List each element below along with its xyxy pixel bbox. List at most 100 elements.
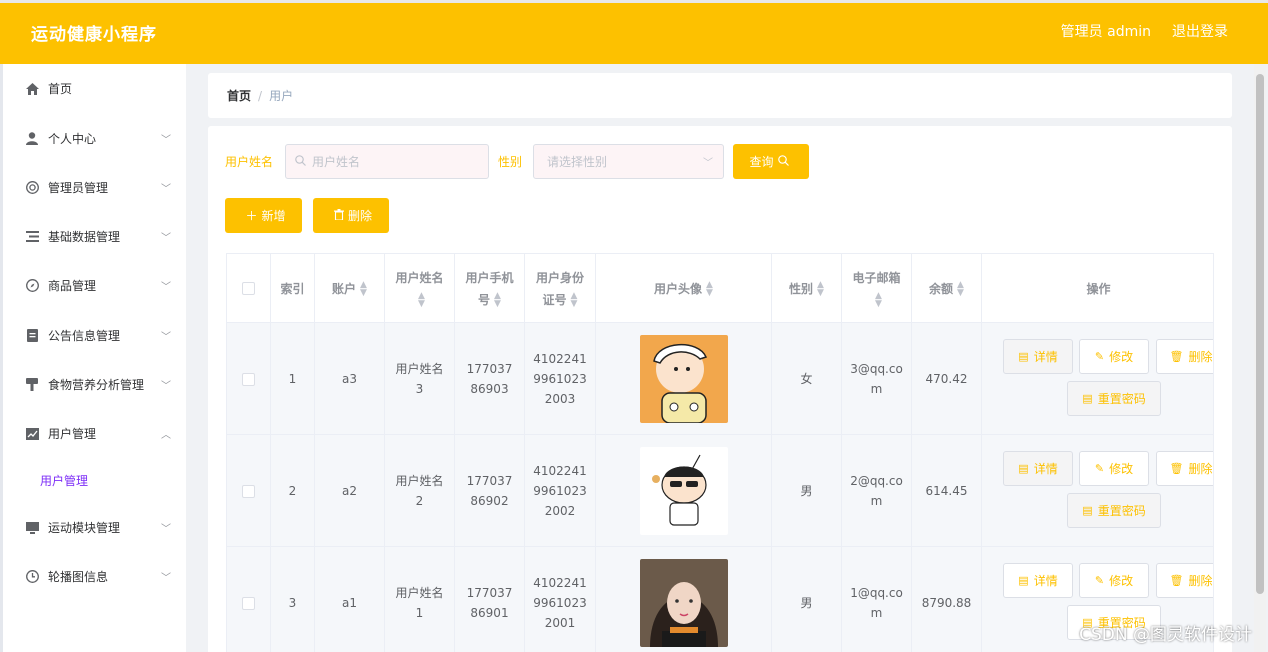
- cell-account: a1: [315, 547, 385, 652]
- col-account[interactable]: 账户 ▲ ▼: [315, 254, 385, 323]
- delete-button[interactable]: 🗑 删除: [1156, 563, 1213, 598]
- col-idcard[interactable]: 用户身份证号 ▲ ▼: [525, 254, 596, 323]
- add-button[interactable]: ＋ 新增: [225, 198, 302, 233]
- admin-label[interactable]: 管理员 admin: [1061, 21, 1151, 41]
- edit-button-label: 修改: [1109, 574, 1134, 588]
- col-email[interactable]: 电子邮箱 ▲ ▼: [842, 254, 912, 323]
- cell-idcard: 410224199610232003: [525, 323, 596, 435]
- query-button[interactable]: 查询: [733, 144, 809, 179]
- edit-icon: ✎: [1094, 350, 1105, 363]
- row-checkbox[interactable]: [242, 484, 255, 498]
- search-icon: [777, 154, 789, 169]
- clock-icon: [25, 570, 39, 584]
- row-checkbox[interactable]: [242, 372, 255, 386]
- col-name-label: 用户姓名: [395, 270, 444, 285]
- edit-button[interactable]: ✎ 修改: [1079, 563, 1149, 598]
- reset-password-button[interactable]: ▤ 重置密码: [1067, 493, 1161, 528]
- table-row: 3 a1 用户姓名1 17703786901 41022419961023200…: [227, 547, 1213, 652]
- scrollbar-thumb[interactable]: [1256, 74, 1264, 594]
- edit-button[interactable]: ✎ 修改: [1079, 451, 1149, 486]
- row-select-cell[interactable]: [227, 547, 271, 652]
- row-checkbox[interactable]: [242, 596, 255, 610]
- cell-phone: 17703786902: [455, 435, 525, 547]
- sidebar-item-home[interactable]: 首页: [3, 64, 189, 113]
- cell-avatar: [596, 547, 772, 652]
- row-select-cell[interactable]: [227, 323, 271, 435]
- sidebar-item-basedata[interactable]: 基础数据管理 ﹀: [3, 212, 189, 261]
- document-icon: [25, 329, 39, 343]
- sidebar-item-admin[interactable]: 管理员管理 ﹀: [3, 163, 189, 212]
- sort-icon[interactable]: ▲ ▼: [957, 280, 964, 297]
- cell-name: 用户姓名1: [385, 547, 455, 652]
- row-select-cell[interactable]: [227, 435, 271, 547]
- sidebar-item-notice[interactable]: 公告信息管理 ﹀: [3, 311, 189, 360]
- topbar-right: 管理员 admin 退出登录: [1061, 21, 1228, 41]
- sort-icon[interactable]: ▲ ▼: [706, 280, 713, 297]
- sort-icon[interactable]: ▲ ▼: [494, 292, 501, 309]
- detail-button[interactable]: ▤ 详情: [1003, 451, 1073, 486]
- sort-icon[interactable]: ▲ ▼: [418, 292, 425, 309]
- table-row: 1 a3 用户姓名3 17703786903 41022419961023200…: [227, 323, 1213, 435]
- delete-button[interactable]: 🗑 删除: [1156, 339, 1213, 374]
- sort-icon[interactable]: ▲ ▼: [817, 280, 824, 297]
- col-name[interactable]: 用户姓名 ▲ ▼: [385, 254, 455, 323]
- delete-button[interactable]: 🗑 删除: [1156, 451, 1213, 486]
- chevron-down-icon: ﹀: [161, 135, 171, 146]
- col-gender-label: 性别: [789, 281, 814, 296]
- submenu-item-user-manage[interactable]: 用户管理: [3, 458, 189, 503]
- edit-button[interactable]: ✎ 修改: [1079, 339, 1149, 374]
- trash-icon: 🗑: [1169, 462, 1184, 475]
- reset-password-button[interactable]: ▤ 重置密码: [1067, 381, 1161, 416]
- page-scrollbar[interactable]: [1254, 64, 1266, 652]
- sort-icon[interactable]: ▲ ▼: [571, 292, 578, 309]
- detail-button[interactable]: ▤ 详情: [1003, 339, 1073, 374]
- col-gender[interactable]: 性别 ▲ ▼: [772, 254, 842, 323]
- batch-delete-label: 删除: [347, 209, 372, 223]
- sidebar-item-food[interactable]: 食物营养分析管理 ﹀: [3, 360, 189, 409]
- user-icon: [25, 132, 39, 146]
- gender-select[interactable]: 请选择性别 ﹀: [533, 144, 724, 179]
- cell-idcard: 410224199610232001: [525, 547, 596, 652]
- sidebar-item-banner[interactable]: 轮播图信息 ﹀: [3, 552, 189, 601]
- avatar[interactable]: [639, 447, 728, 535]
- sidebar-item-users[interactable]: 用户管理 ︿: [3, 409, 189, 458]
- avatar[interactable]: [639, 559, 728, 647]
- document-icon: ▤: [1018, 350, 1029, 363]
- cell-account: a3: [315, 323, 385, 435]
- chevron-up-icon: ︿: [161, 430, 171, 441]
- settings-circle-icon: [25, 181, 39, 195]
- document-icon: ▤: [1018, 462, 1029, 475]
- sidebar-item-goods[interactable]: 商品管理 ﹀: [3, 261, 189, 310]
- list-icon: [25, 230, 39, 244]
- col-avatar-label: 用户头像: [654, 281, 703, 296]
- select-all-cell[interactable]: [227, 254, 271, 323]
- col-phone[interactable]: 用户手机号 ▲ ▼: [455, 254, 525, 323]
- logout-button[interactable]: 退出登录: [1172, 21, 1228, 41]
- gender-select-placeholder: 请选择性别: [547, 155, 608, 169]
- delete-button-label: 删除: [1188, 462, 1213, 476]
- sidebar-item-label: 公告信息管理: [48, 329, 121, 343]
- col-balance[interactable]: 余额 ▲ ▼: [912, 254, 982, 323]
- col-avatar[interactable]: 用户头像 ▲ ▼: [596, 254, 772, 323]
- col-email-label: 电子邮箱: [852, 270, 901, 285]
- watermark: CSDN @图灵软件设计: [1079, 625, 1252, 645]
- detail-button[interactable]: ▤ 详情: [1003, 563, 1073, 598]
- cell-email: 2@qq.com: [842, 435, 912, 547]
- edit-icon: ✎: [1094, 462, 1105, 475]
- chevron-down-icon: ﹀: [161, 524, 171, 535]
- chevron-down-icon: ﹀: [161, 233, 171, 244]
- cell-gender: 男: [772, 435, 842, 547]
- name-search-input[interactable]: 用户姓名: [285, 144, 489, 179]
- cell-name: 用户姓名3: [385, 323, 455, 435]
- sort-icon[interactable]: ▲ ▼: [360, 280, 367, 297]
- cell-idcard: 410224199610232002: [525, 435, 596, 547]
- select-all-checkbox[interactable]: [242, 282, 255, 295]
- sidebar-item-sport[interactable]: 运动模块管理 ﹀: [3, 503, 189, 552]
- sort-icon[interactable]: ▲ ▼: [875, 292, 882, 309]
- trash-icon: 🗑: [1169, 574, 1184, 587]
- cell-phone: 17703786903: [455, 323, 525, 435]
- avatar[interactable]: [639, 335, 728, 423]
- breadcrumb-home[interactable]: 首页: [227, 87, 251, 104]
- sidebar-item-personal[interactable]: 个人中心 ﹀: [3, 114, 189, 163]
- batch-delete-button[interactable]: 删除: [313, 198, 389, 233]
